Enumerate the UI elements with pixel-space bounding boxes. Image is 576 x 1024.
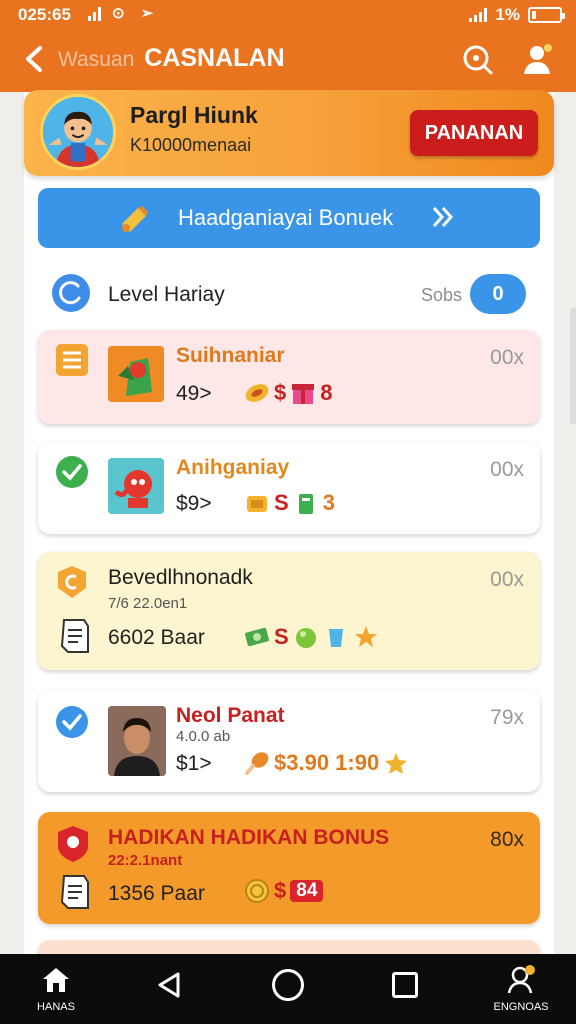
app-title-text: CASNALAN: [144, 44, 285, 72]
coin-stack-icon: [247, 496, 267, 512]
reward-amount: 3: [322, 490, 335, 515]
search-icon[interactable]: [458, 40, 496, 78]
offer-card[interactable]: Suihnaniar 49> $ 8 00x: [38, 330, 540, 424]
level-label: Level Hariay: [108, 283, 225, 306]
bonus-banner[interactable]: Haadganiayai Bonuek: [38, 188, 540, 248]
status-bar: 025:65 ⊙ ➢ 1%: [0, 0, 576, 30]
profile-icon: [507, 965, 535, 994]
battery-percent: 1%: [495, 5, 520, 24]
offer-card[interactable]: Bevedlhnonadk 7/6 22.0en1 6602 Baar S 00…: [38, 552, 540, 670]
offer-badge: 79x: [490, 706, 524, 729]
offer-reward: S 3: [244, 490, 335, 516]
nav-home-label: HANAS: [37, 1001, 75, 1013]
offer-reward: S: [244, 624, 379, 650]
offer-title: Neol Panat: [176, 704, 285, 728]
offer-price: 49>: [176, 382, 212, 405]
offer-price: 6602 Baar: [108, 626, 205, 649]
offer-title: Anihganiay: [176, 456, 290, 479]
bottom-nav: HANAS ENGNOAS: [0, 954, 576, 1024]
cup-icon: [298, 494, 313, 514]
signal-icon: [88, 7, 101, 21]
user-photo: [108, 706, 166, 776]
avatar[interactable]: [40, 94, 116, 170]
profile-subtitle: K10000menaai: [130, 135, 252, 155]
banner-text: Haadganiayai Bonuek: [178, 205, 394, 230]
offer-reward: $3.90 1:90: [244, 750, 409, 776]
list-icon: [56, 344, 88, 376]
side-handle[interactable]: [570, 308, 576, 424]
account-icon[interactable]: [518, 40, 556, 78]
profile-header: Pargl Hiunk K10000menaai PANANAN: [24, 90, 554, 176]
star-icon: [385, 753, 408, 774]
profile-action-button[interactable]: PANANAN: [410, 110, 538, 156]
offer-title: Suihnaniar: [176, 344, 285, 367]
offer-title: Bevedlhnonadk: [108, 566, 253, 589]
offer-badge: 80x: [490, 828, 524, 851]
level-icon: [52, 274, 90, 312]
battery-icon: [528, 7, 565, 23]
level-tag: Sobs: [420, 285, 462, 305]
cash-icon: [245, 627, 269, 647]
nav-home-circle-icon[interactable]: [272, 969, 304, 1001]
coin-icon: [245, 384, 269, 402]
megaphone-icon: [122, 206, 148, 232]
nav-profile[interactable]: ENGNOAS: [490, 964, 552, 1013]
offer-badge: 00x: [490, 568, 524, 591]
coin-badge-icon: [58, 566, 86, 598]
check-circle-icon: [56, 706, 88, 738]
nav-recents-icon[interactable]: [392, 972, 418, 998]
gift-icon: [292, 384, 315, 404]
coin-icon: [245, 879, 269, 903]
check-circle-icon: [56, 456, 88, 488]
offer-title: HADIKAN HADIKAN BONUS: [108, 826, 390, 849]
offer-subtitle: 4.0.0 ab: [176, 728, 231, 745]
drumstick-icon: [245, 752, 269, 775]
receipt-icon: [60, 619, 89, 653]
reward-currency: S: [274, 624, 289, 649]
offer-card[interactable]: HADIKAN HADIKAN BONUS 22:2.1nant 1356 Pa…: [38, 812, 540, 924]
offer-price: $9>: [176, 492, 212, 515]
nav-back-icon[interactable]: [154, 970, 184, 1000]
reward-amount-badge: 84: [290, 880, 324, 902]
offer-badge: 00x: [490, 458, 524, 481]
star-burst-icon: [354, 626, 377, 647]
offer-thumbnail: [108, 346, 164, 402]
cell-signal-icon: [469, 8, 488, 22]
offer-price: $1>: [176, 752, 212, 775]
offer-subtitle: 22:2.1nant: [108, 852, 183, 869]
receipt-icon: [60, 875, 89, 909]
reward-currency: $: [274, 380, 287, 405]
nav-home[interactable]: HANAS: [30, 966, 82, 1013]
reward-currency: S: [274, 490, 289, 515]
level-row[interactable]: Level Hariay Sobs 0: [38, 270, 540, 320]
double-chevron-icon: [432, 207, 454, 227]
shield-heart-icon: [58, 826, 88, 862]
orb-icon: [295, 628, 316, 648]
reward-amount: $3.90 1:90: [274, 750, 380, 775]
cup-icon: [328, 629, 343, 647]
notification-icons: ⊙ ➢: [112, 5, 160, 22]
reward-amount: 8: [320, 380, 333, 405]
profile-name: Pargl Hiunk: [130, 102, 258, 128]
offer-title-text: Neol Panat: [176, 704, 285, 727]
status-time: 025:65: [18, 5, 71, 24]
nav-profile-label: ENGNOAS: [493, 1001, 549, 1013]
offer-badge: 00x: [490, 346, 524, 369]
home-icon: [43, 968, 69, 992]
back-arrow-icon[interactable]: [18, 42, 52, 76]
offer-card[interactable]: Neol Panat 4.0.0 ab $1> $3.90 1:90 79x: [38, 690, 540, 792]
offer-price: 1356 Paar: [108, 882, 205, 905]
app-bar: Wasuan CASNALAN: [0, 30, 576, 92]
offer-subtitle: 7/6 22.0en1: [108, 595, 188, 612]
offer-reward: $ 8: [244, 380, 333, 406]
reward-currency: $: [274, 878, 287, 903]
app-title: Wasuan CASNALAN: [58, 44, 285, 73]
app-subtitle: Wasuan: [58, 48, 135, 71]
offer-thumbnail: [108, 458, 164, 514]
level-count-pill[interactable]: 0: [470, 274, 526, 314]
offer-reward: $ 84: [244, 878, 324, 904]
offer-card[interactable]: Anihganiay $9> S 3 00x: [38, 442, 540, 534]
